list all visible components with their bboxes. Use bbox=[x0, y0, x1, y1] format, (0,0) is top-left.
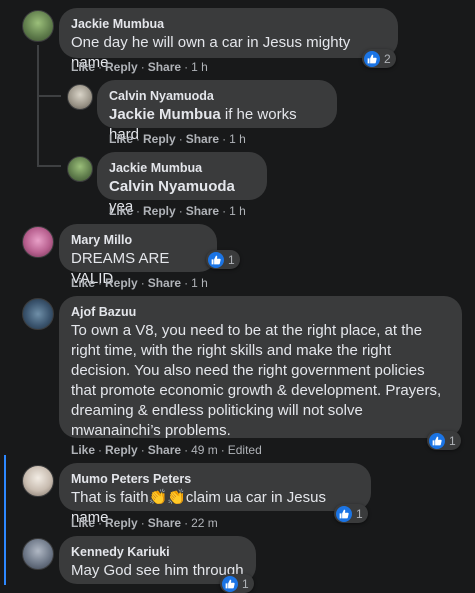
share-button[interactable]: Share bbox=[186, 204, 219, 218]
comment-bubble: Mumo Peters Peters That is faith👏👏claim … bbox=[59, 463, 371, 526]
comment-bubble: Jackie Mumbua Calvin Nyamuoda yea bbox=[97, 152, 267, 215]
avatar[interactable] bbox=[22, 226, 54, 258]
comment-text-line: To own a V8, you need to be at the right… bbox=[71, 322, 423, 339]
reaction-number: 1 bbox=[449, 433, 456, 448]
comment-author[interactable]: Ajof Bazuu bbox=[71, 304, 450, 320]
comment-bubble: Ajof Bazuu To own a V8, you need to be a… bbox=[59, 296, 462, 441]
reply-button[interactable]: Reply bbox=[143, 204, 176, 218]
share-button[interactable]: Share bbox=[148, 443, 181, 457]
avatar[interactable] bbox=[22, 465, 54, 497]
timestamp[interactable]: 22 m bbox=[191, 516, 218, 530]
comment-author[interactable]: Calvin Nyamuoda bbox=[109, 88, 325, 104]
share-button[interactable]: Share bbox=[148, 60, 181, 74]
clapping-hands-icon: 👏 bbox=[148, 489, 168, 506]
reply-thread-curve bbox=[37, 95, 61, 97]
reaction-number: 1 bbox=[228, 252, 235, 267]
edited-label[interactable]: Edited bbox=[228, 443, 262, 457]
avatar[interactable] bbox=[67, 156, 93, 182]
mention-link[interactable]: Calvin Nyamuoda bbox=[109, 178, 235, 195]
reaction-number: 1 bbox=[356, 506, 363, 521]
comment-bubble: Jackie Mumbua One day he will own a car … bbox=[59, 8, 398, 71]
reaction-count[interactable]: 1 bbox=[206, 250, 240, 269]
comment-text-line: that promote economic growth & developme… bbox=[71, 382, 442, 399]
reaction-number: 2 bbox=[384, 51, 391, 66]
comment-author[interactable]: Kennedy Kariuki bbox=[71, 544, 244, 560]
comment-actions: Like · Reply · Share · 1 h bbox=[109, 204, 246, 218]
like-button[interactable]: Like bbox=[109, 132, 133, 146]
comment-text: May God see him through bbox=[71, 562, 244, 579]
reply-button[interactable]: Reply bbox=[105, 443, 138, 457]
comment-author[interactable]: Jackie Mumbua bbox=[109, 160, 255, 176]
avatar[interactable] bbox=[22, 10, 54, 42]
comment-text-line: right time, with the right skills and ma… bbox=[71, 342, 392, 359]
thumbs-up-icon bbox=[364, 50, 380, 67]
timestamp[interactable]: 1 h bbox=[229, 204, 246, 218]
timestamp[interactable]: 1 h bbox=[229, 132, 246, 146]
avatar[interactable] bbox=[22, 538, 54, 570]
avatar[interactable] bbox=[67, 84, 93, 110]
timestamp[interactable]: 1 h bbox=[191, 60, 208, 74]
comment-bubble: Mary Millo DREAMS ARE VALID bbox=[59, 224, 217, 287]
reply-button[interactable]: Reply bbox=[105, 60, 138, 74]
like-button[interactable]: Like bbox=[71, 60, 95, 74]
thumbs-up-icon bbox=[222, 575, 238, 592]
reaction-count[interactable]: 1 bbox=[427, 431, 461, 450]
reply-button[interactable]: Reply bbox=[105, 276, 138, 290]
reply-button[interactable]: Reply bbox=[143, 132, 176, 146]
comment-author[interactable]: Jackie Mumbua bbox=[71, 16, 386, 32]
timestamp[interactable]: 1 h bbox=[191, 276, 208, 290]
comment-text-line: dreaming & endless politicking will not … bbox=[71, 402, 363, 419]
share-button[interactable]: Share bbox=[148, 516, 181, 530]
reaction-number: 1 bbox=[242, 576, 249, 591]
mention-link[interactable]: Jackie Mumbua bbox=[109, 106, 221, 123]
highlight-indicator bbox=[4, 455, 6, 585]
avatar[interactable] bbox=[22, 298, 54, 330]
reaction-count[interactable]: 1 bbox=[334, 504, 368, 523]
comment-text: To own a V8, you need to be at the right… bbox=[71, 321, 450, 441]
reply-thread-curve bbox=[37, 165, 61, 167]
comment-text-line: decision. You also need the right govern… bbox=[71, 362, 425, 379]
share-button[interactable]: Share bbox=[186, 132, 219, 146]
reaction-count[interactable]: 1 bbox=[220, 574, 254, 593]
like-button[interactable]: Like bbox=[71, 276, 95, 290]
reply-button[interactable]: Reply bbox=[105, 516, 138, 530]
reply-thread-line bbox=[37, 45, 39, 165]
reaction-count[interactable]: 2 bbox=[362, 49, 396, 68]
comment-author[interactable]: Mary Millo bbox=[71, 232, 205, 248]
like-button[interactable]: Like bbox=[109, 204, 133, 218]
like-button[interactable]: Like bbox=[71, 443, 95, 457]
comment-text-body: That is faith bbox=[71, 489, 149, 506]
comment-text-line: mwanainchi’s problems. bbox=[71, 422, 231, 439]
clapping-hands-icon: 👏 bbox=[167, 489, 186, 506]
comment-author[interactable]: Mumo Peters Peters bbox=[71, 471, 359, 487]
timestamp[interactable]: 49 m bbox=[191, 443, 218, 457]
comment-actions: Like · Reply · Share · 1 h bbox=[71, 276, 208, 290]
comment-actions: Like · Reply · Share · 1 h bbox=[71, 60, 208, 74]
like-button[interactable]: Like bbox=[71, 516, 95, 530]
comment-actions: Like · Reply · Share · 49 m · Edited bbox=[71, 443, 262, 457]
comment-bubble: Calvin Nyamuoda Jackie Mumbua if he work… bbox=[97, 80, 337, 143]
comment-actions: Like · Reply · Share · 1 h bbox=[109, 132, 246, 146]
thumbs-up-icon bbox=[208, 251, 224, 268]
thumbs-up-icon bbox=[429, 432, 445, 449]
comment-actions: Like · Reply · Share · 22 m bbox=[71, 516, 218, 530]
thumbs-up-icon bbox=[336, 505, 352, 522]
share-button[interactable]: Share bbox=[148, 276, 181, 290]
